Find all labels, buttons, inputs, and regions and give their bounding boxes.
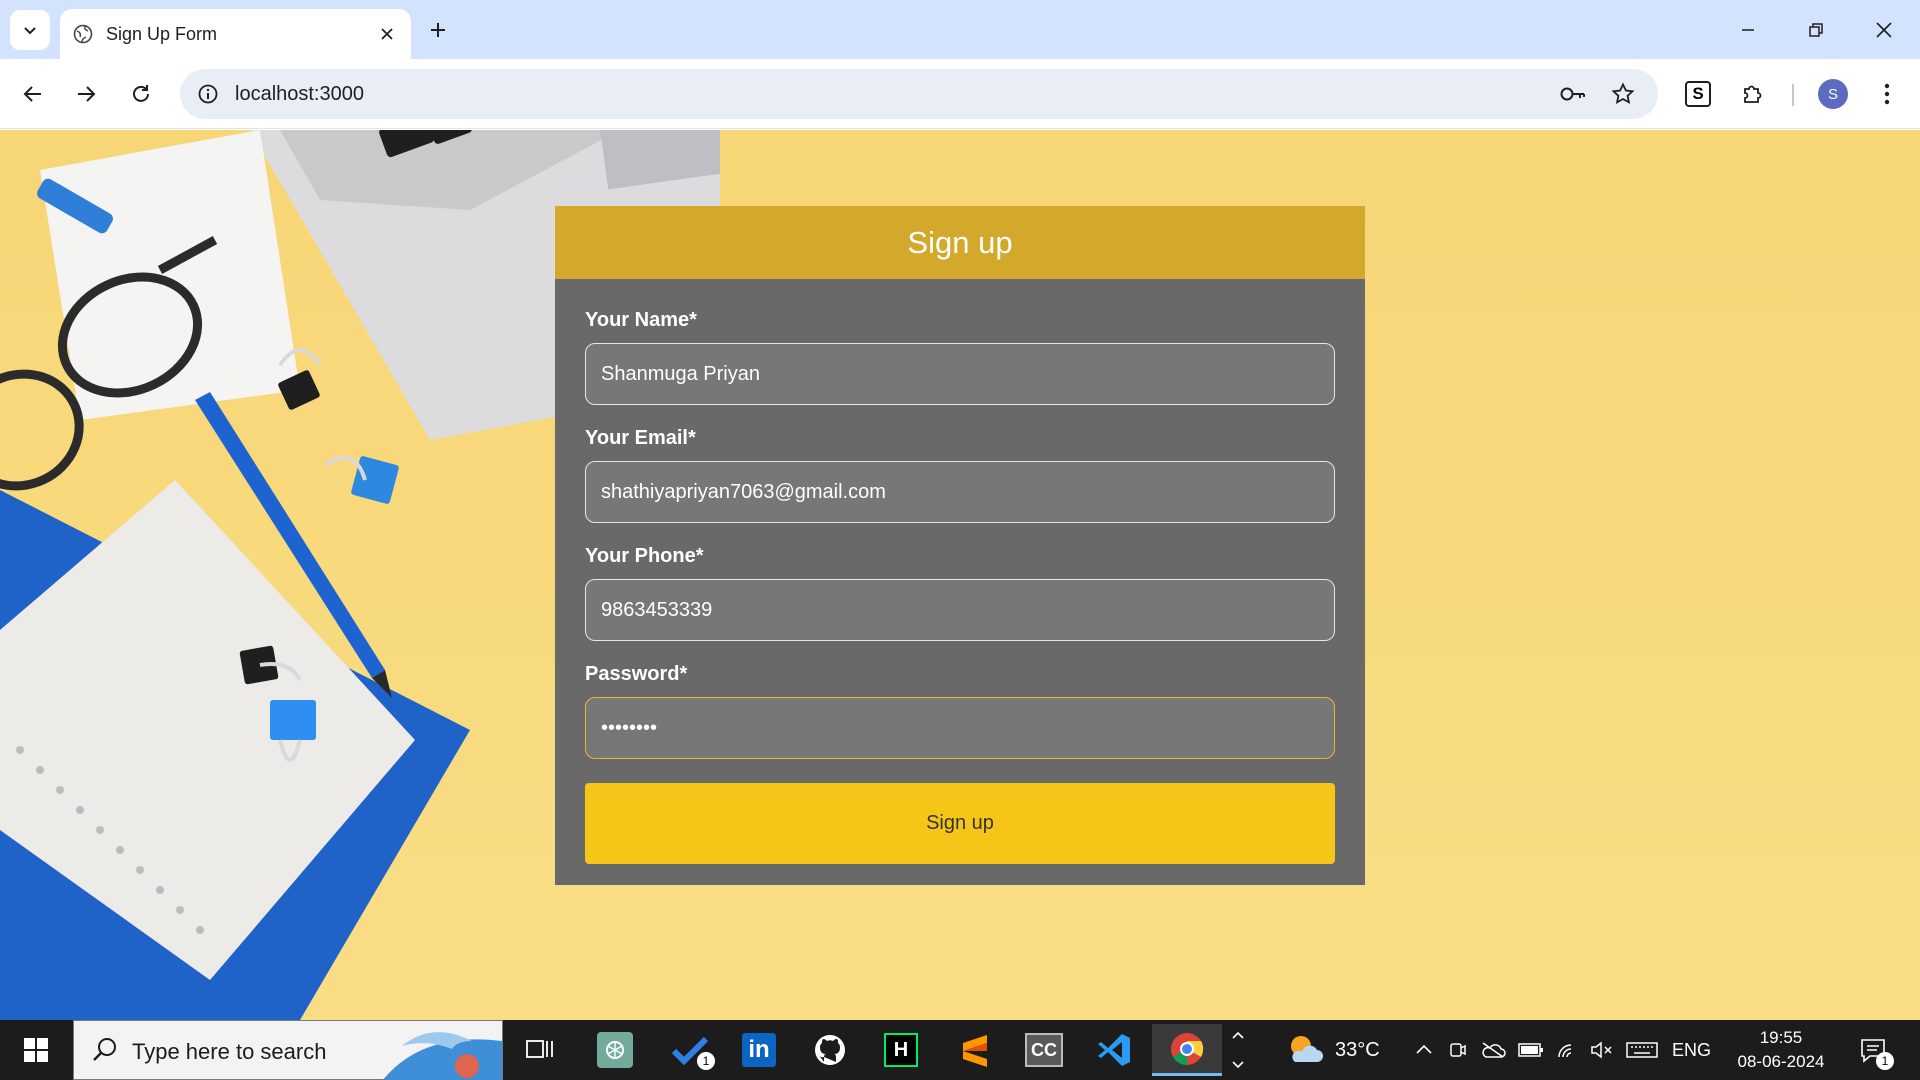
taskbar: Type here to search 1 in H CC 33°C ENG 1… <box>0 1020 1920 1080</box>
cc-icon: CC <box>1025 1033 1063 1067</box>
search-icon <box>93 1038 116 1061</box>
weather-temp: 33°C <box>1335 1038 1380 1061</box>
restore-icon <box>1809 23 1823 37</box>
reload-icon <box>133 85 149 102</box>
chevron-down-icon <box>24 27 36 35</box>
restore-button[interactable] <box>1794 8 1838 52</box>
close-tab-icon[interactable] <box>373 20 401 48</box>
chatgpt-icon <box>597 1032 633 1068</box>
name-field[interactable]: Shanmuga Priyan <box>585 343 1335 405</box>
password-field[interactable]: •••••••• <box>585 697 1335 759</box>
back-button[interactable] <box>13 74 53 114</box>
close-window-button[interactable] <box>1862 8 1906 52</box>
dolphin-decoration-icon <box>382 1032 502 1080</box>
onedrive-cloud-icon[interactable] <box>1480 1040 1506 1060</box>
chrome-icon <box>1171 1032 1204 1065</box>
arrow-right-icon <box>78 86 96 102</box>
phone-field[interactable]: 9863453339 <box>585 579 1335 641</box>
linkedin-icon: in <box>742 1033 776 1067</box>
reload-button[interactable] <box>121 74 161 114</box>
wifi-icon[interactable] <box>1556 1040 1580 1060</box>
tab-strip: Sign Up Form <box>0 0 1920 59</box>
arrow-left-icon <box>23 86 41 102</box>
puzzle-icon <box>1744 85 1762 103</box>
new-tab-button[interactable] <box>422 14 454 46</box>
name-label: Your Name* <box>585 309 697 331</box>
globe-icon <box>72 23 94 45</box>
signup-card: Sign up Your Name* Shanmuga Priyan Your … <box>555 206 1365 885</box>
keyboard-icon[interactable] <box>1626 1040 1658 1060</box>
github-icon <box>815 1035 845 1065</box>
forward-button[interactable] <box>66 74 106 114</box>
github-app[interactable] <box>801 1024 859 1076</box>
email-field[interactable]: shathiyapriyan7063@gmail.com <box>585 461 1335 523</box>
email-label: Your Email* <box>585 427 696 449</box>
browser-toolbar: localhost:3000 S S <box>0 59 1920 129</box>
page-background: Sign up Your Name* Shanmuga Priyan Your … <box>0 130 1920 1020</box>
hackerrank-icon: H <box>884 1033 918 1067</box>
taskbar-search[interactable]: Type here to search <box>73 1020 503 1080</box>
start-button[interactable] <box>10 1028 62 1072</box>
bookmark-star-icon[interactable] <box>1607 78 1639 110</box>
weather-partly-cloudy-icon <box>1291 1036 1323 1062</box>
plus-icon <box>431 23 445 37</box>
clock-time: 19:55 <box>1759 1028 1803 1047</box>
url-text[interactable]: localhost:3000 <box>235 83 364 106</box>
language-indicator[interactable]: ENG <box>1672 1040 1711 1061</box>
chevron-up-icon[interactable] <box>1414 1040 1434 1060</box>
extensions-button[interactable] <box>1733 74 1773 114</box>
phone-label: Your Phone* <box>585 545 704 567</box>
toolbar-separator <box>1792 84 1794 106</box>
profile-button[interactable]: S <box>1813 74 1853 114</box>
taskbar-scroll[interactable] <box>1226 1024 1250 1076</box>
signup-form: Your Name* Shanmuga Priyan Your Email* s… <box>555 279 1365 864</box>
volume-muted-icon[interactable] <box>1590 1040 1614 1060</box>
vscode-app[interactable] <box>1085 1024 1143 1076</box>
notification-center-button[interactable]: 1 <box>1848 1024 1898 1076</box>
avatar: S <box>1818 79 1848 109</box>
todo-badge: 1 <box>697 1052 715 1070</box>
battery-icon[interactable] <box>1518 1042 1544 1058</box>
todo-app[interactable]: 1 <box>661 1024 719 1076</box>
vscode-icon <box>1098 1034 1130 1066</box>
minimize-icon <box>1742 29 1754 31</box>
notification-badge: 1 <box>1876 1052 1894 1070</box>
cc-app[interactable]: CC <box>1015 1024 1073 1076</box>
clock-date: 08-06-2024 <box>1737 1052 1825 1071</box>
password-key-icon[interactable] <box>1557 78 1589 110</box>
password-label: Password* <box>585 663 688 685</box>
chrome-app[interactable] <box>1152 1024 1222 1076</box>
weather-widget[interactable]: 33°C <box>1285 1020 1380 1080</box>
task-view-button[interactable] <box>511 1024 569 1076</box>
extension-s-button[interactable]: S <box>1678 74 1718 114</box>
tab-sign-up-form[interactable]: Sign Up Form <box>60 9 411 59</box>
extension-letter: S <box>1692 84 1704 103</box>
linkedin-app[interactable]: in <box>730 1024 788 1076</box>
windows-logo-icon <box>24 1038 48 1062</box>
meet-now-icon[interactable] <box>1448 1040 1468 1060</box>
task-view-icon <box>526 1040 553 1058</box>
tab-search-button[interactable] <box>10 10 50 50</box>
chatgpt-app[interactable] <box>586 1024 644 1076</box>
minimize-button[interactable] <box>1726 8 1770 52</box>
menu-button[interactable] <box>1867 74 1907 114</box>
address-bar[interactable]: localhost:3000 <box>180 69 1658 119</box>
clock[interactable]: 19:55 08-06-2024 <box>1735 1020 1827 1080</box>
signup-button[interactable]: Sign up <box>585 783 1335 864</box>
sublime-app[interactable] <box>946 1024 1004 1076</box>
hackerrank-app[interactable]: H <box>872 1024 930 1076</box>
more-vertical-icon <box>1884 83 1890 105</box>
signup-title: Sign up <box>555 206 1365 279</box>
scroll-arrows-icon <box>1232 1031 1244 1069</box>
sublime-icon <box>963 1035 987 1067</box>
extension-s-icon: S <box>1685 81 1711 107</box>
system-tray-icons: ENG <box>1414 1020 1711 1080</box>
search-placeholder: Type here to search <box>132 1039 327 1064</box>
close-icon <box>1876 22 1892 38</box>
site-info-icon[interactable] <box>192 78 224 110</box>
tab-title: Sign Up Form <box>106 23 218 44</box>
